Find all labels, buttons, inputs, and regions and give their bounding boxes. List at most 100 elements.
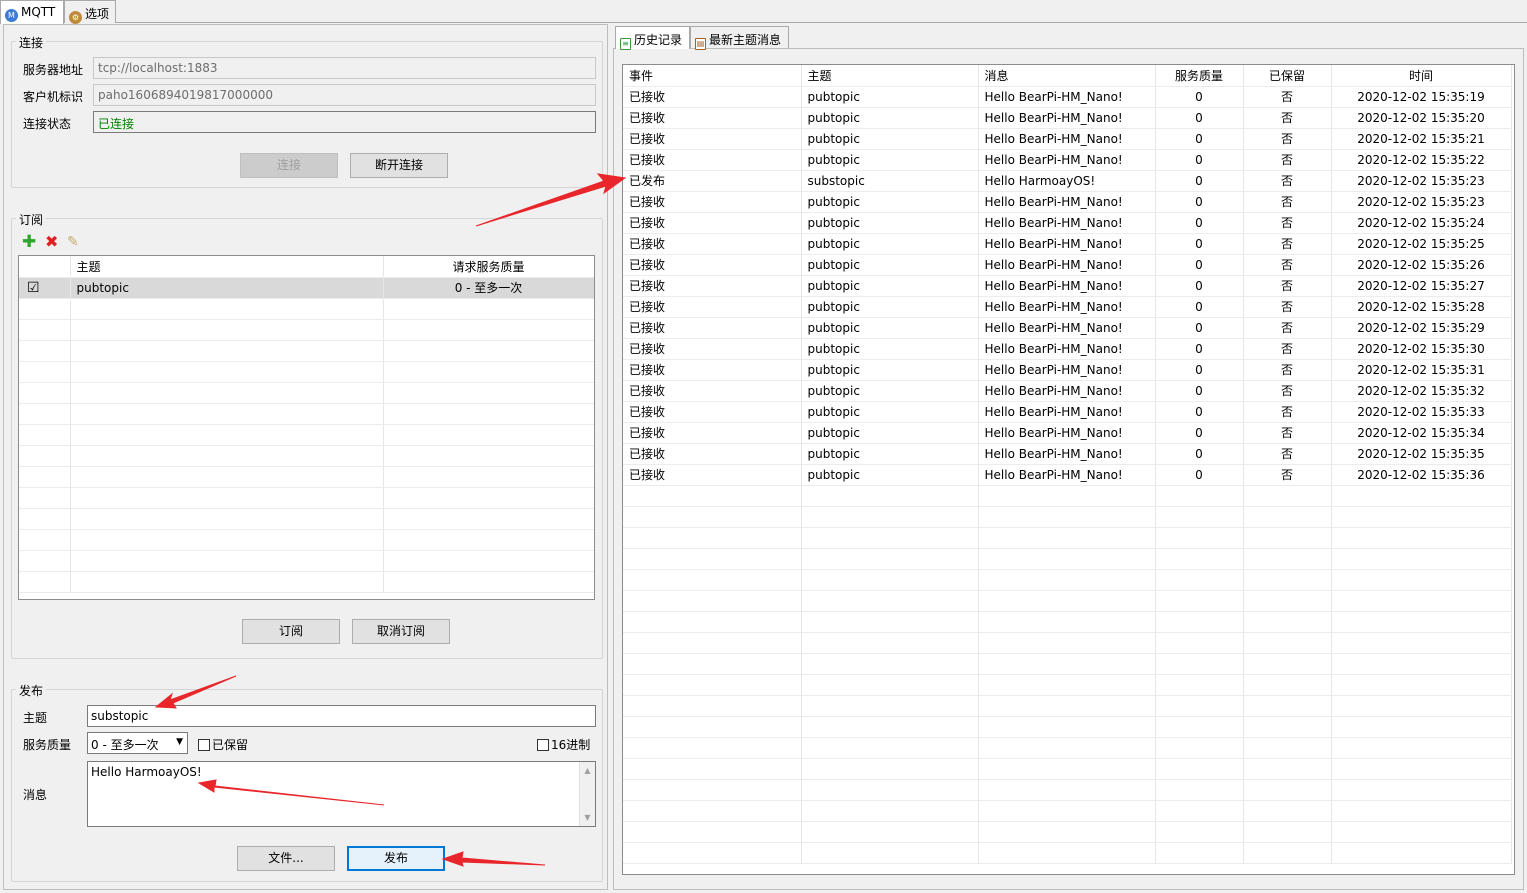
history-row[interactable]: 已接收 pubtopic Hello BearPi-HM_Nano! 0 否 2020-1… [623, 401, 1512, 423]
history-event: 已接收 [623, 296, 802, 318]
subscription-checkbox[interactable]: ☑ [19, 277, 71, 299]
history-row[interactable]: 已接收 pubtopic Hello BearPi-HM_Nano! 0 否 2020-1… [623, 359, 1512, 381]
col-topic-header[interactable]: 主题 [70, 256, 384, 278]
history-event: 已接收 [623, 233, 802, 255]
retain-check-box[interactable] [198, 739, 210, 751]
empty-cell [1331, 674, 1512, 696]
publish-button[interactable]: 发布 [347, 846, 445, 871]
scroll-down-icon[interactable]: ▼ [580, 813, 595, 822]
history-empty-row [623, 590, 1512, 612]
server-address-field[interactable]: tcp://localhost:1883 [93, 57, 596, 79]
history-empty-row [623, 842, 1512, 864]
empty-cell [801, 506, 979, 528]
message-textarea[interactable]: Hello HarmoayOS! ▲ ▼ [87, 761, 596, 827]
subscribe-button[interactable]: 订阅 [242, 619, 340, 644]
history-qos: 0 [1155, 359, 1244, 381]
tab-mqtt[interactable]: M MQTT [0, 0, 64, 24]
file-button[interactable]: 文件... [237, 846, 335, 871]
col-qos-header[interactable]: 请求服务质量 [383, 256, 594, 278]
tab-history[interactable]: ≡ 历史记录 [615, 26, 690, 50]
empty-cell [978, 569, 1156, 591]
publish-topic-input[interactable]: substopic [87, 705, 596, 727]
history-qos: 0 [1155, 128, 1244, 150]
empty-cell [801, 569, 979, 591]
hex-check-box[interactable] [537, 739, 549, 751]
history-row[interactable]: 已接收 pubtopic Hello BearPi-HM_Nano! 0 否 2020-1… [623, 338, 1512, 360]
empty-cell [623, 758, 802, 780]
subscription-header-row: 主题 请求服务质量 [19, 256, 594, 278]
history-row[interactable]: 已接收 pubtopic Hello BearPi-HM_Nano! 0 否 2020-1… [623, 275, 1512, 297]
delete-icon[interactable]: ✖ [45, 234, 58, 250]
history-time: 2020-12-02 15:35:19 [1331, 86, 1512, 108]
message-scrollbar[interactable]: ▲ ▼ [579, 762, 595, 826]
history-event: 已接收 [623, 149, 802, 171]
history-message: Hello BearPi-HM_Nano! [978, 380, 1156, 402]
history-event: 已接收 [623, 401, 802, 423]
history-row[interactable]: 已接收 pubtopic Hello BearPi-HM_Nano! 0 否 2020-1… [623, 317, 1512, 339]
history-row[interactable]: 已接收 pubtopic Hello BearPi-HM_Nano! 0 否 2020-1… [623, 107, 1512, 129]
publish-qos-select[interactable]: 0 - 至多一次 ▼ [87, 732, 188, 754]
history-col-retained[interactable]: 已保留 [1243, 65, 1332, 87]
empty-cell [978, 716, 1156, 738]
scroll-up-icon[interactable]: ▲ [580, 766, 595, 775]
empty-cell [623, 779, 802, 801]
history-retained: 否 [1243, 170, 1332, 192]
connect-button[interactable]: 连接 [240, 153, 338, 178]
empty-cell [623, 842, 802, 864]
history-col-event[interactable]: 事件 [623, 65, 802, 87]
subscription-row[interactable]: ☑ pubtopic 0 - 至多一次 [19, 277, 594, 299]
empty-cell [70, 340, 384, 362]
history-row[interactable]: 已接收 pubtopic Hello BearPi-HM_Nano! 0 否 2020-1… [623, 443, 1512, 465]
history-qos: 0 [1155, 275, 1244, 297]
history-col-time[interactable]: 时间 [1331, 65, 1512, 87]
empty-cell [70, 529, 384, 551]
client-id-field[interactable]: paho1606894019817000000 [93, 84, 596, 106]
history-row[interactable]: 已接收 pubtopic Hello BearPi-HM_Nano! 0 否 2020-1… [623, 464, 1512, 486]
history-topic: pubtopic [801, 86, 979, 108]
history-col-qos[interactable]: 服务质量 [1155, 65, 1244, 87]
empty-cell [383, 508, 594, 530]
empty-cell [623, 674, 802, 696]
history-col-message[interactable]: 消息 [978, 65, 1156, 87]
history-message: Hello BearPi-HM_Nano! [978, 149, 1156, 171]
history-col-topic[interactable]: 主题 [801, 65, 979, 87]
history-row[interactable]: 已接收 pubtopic Hello BearPi-HM_Nano! 0 否 2020-1… [623, 254, 1512, 276]
history-message: Hello BearPi-HM_Nano! [978, 317, 1156, 339]
retain-checkbox[interactable]: 已保留 [198, 736, 248, 753]
hex-checkbox[interactable]: 16进制 [537, 736, 590, 753]
tab-latest-topic[interactable]: ▤ 最新主题消息 [690, 26, 789, 50]
disconnect-button[interactable]: 断开连接 [350, 153, 448, 178]
empty-cell [19, 550, 71, 572]
add-icon[interactable]: ✚ [22, 234, 36, 251]
empty-cell [1155, 758, 1244, 780]
history-topic: pubtopic [801, 380, 979, 402]
history-message: Hello BearPi-HM_Nano! [978, 338, 1156, 360]
history-row[interactable]: 已接收 pubtopic Hello BearPi-HM_Nano! 0 否 2020-1… [623, 233, 1512, 255]
history-row[interactable]: 已接收 pubtopic Hello BearPi-HM_Nano! 0 否 2020-1… [623, 296, 1512, 318]
history-retained: 否 [1243, 275, 1332, 297]
history-row[interactable]: 已接收 pubtopic Hello BearPi-HM_Nano! 0 否 2020-1… [623, 191, 1512, 213]
history-row[interactable]: 已接收 pubtopic Hello BearPi-HM_Nano! 0 否 2020-1… [623, 149, 1512, 171]
history-row[interactable]: 已接收 pubtopic Hello BearPi-HM_Nano! 0 否 2020-1… [623, 86, 1512, 108]
history-row[interactable]: 已接收 pubtopic Hello BearPi-HM_Nano! 0 否 2020-1… [623, 380, 1512, 402]
empty-cell [801, 737, 979, 759]
connection-group-title: 连接 [16, 34, 47, 51]
history-retained: 否 [1243, 359, 1332, 381]
empty-cell [1331, 653, 1512, 675]
history-row[interactable]: 已接收 pubtopic Hello BearPi-HM_Nano! 0 否 2020-1… [623, 422, 1512, 444]
history-row[interactable]: 已发布 substopic Hello HarmoayOS! 0 否 2020-12-02… [623, 170, 1512, 192]
tab-options[interactable]: ⚙ 选项 [64, 0, 116, 24]
history-retained: 否 [1243, 380, 1332, 402]
history-row[interactable]: 已接收 pubtopic Hello BearPi-HM_Nano! 0 否 2020-1… [623, 212, 1512, 234]
eraser-icon[interactable]: ✎ [67, 234, 79, 250]
history-topic: pubtopic [801, 443, 979, 465]
empty-cell [19, 424, 71, 446]
history-qos: 0 [1155, 86, 1244, 108]
history-row[interactable]: 已接收 pubtopic Hello BearPi-HM_Nano! 0 否 2020-1… [623, 128, 1512, 150]
history-event: 已接收 [623, 275, 802, 297]
empty-cell [19, 298, 71, 320]
unsubscribe-button[interactable]: 取消订阅 [352, 619, 450, 644]
empty-cell [70, 508, 384, 530]
empty-cell [1155, 695, 1244, 717]
empty-cell [1155, 632, 1244, 654]
